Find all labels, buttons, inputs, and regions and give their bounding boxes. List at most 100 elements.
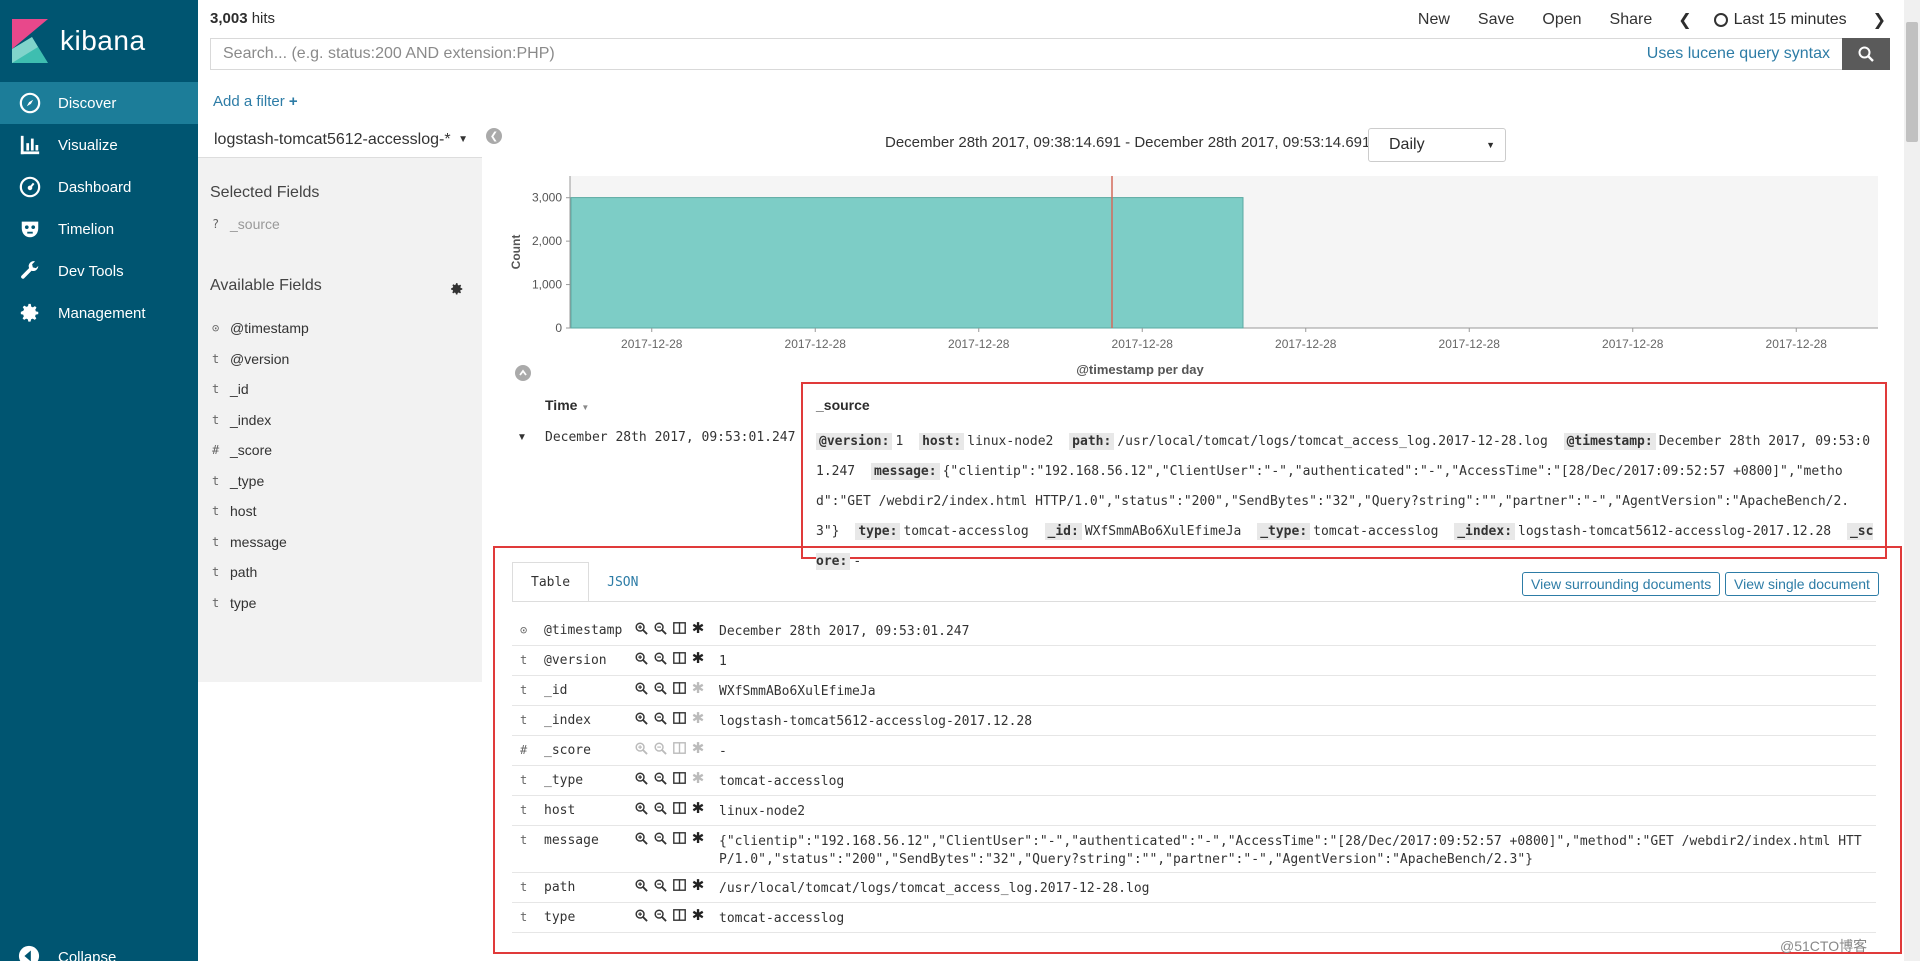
tab-json[interactable]: JSON: [589, 562, 656, 602]
add-filter-button[interactable]: Add a filter +: [213, 93, 298, 110]
toggle-column-icon[interactable]: [672, 711, 686, 725]
available-field-score[interactable]: # _score: [212, 440, 272, 460]
tab-table[interactable]: Table: [512, 562, 590, 602]
toggle-column-icon[interactable]: [672, 651, 686, 665]
filter-out-value-icon[interactable]: [653, 711, 667, 725]
scrollbar-thumb[interactable]: [1906, 22, 1918, 142]
toggle-column-icon[interactable]: [672, 681, 686, 695]
filter-exists-asterisk-icon[interactable]: ✱: [691, 907, 705, 924]
filter-out-value-icon[interactable]: [653, 801, 667, 815]
filter-for-value-icon[interactable]: [634, 878, 648, 892]
filter-out-value-icon[interactable]: [653, 651, 667, 665]
sidebar-item-dev-tools[interactable]: Dev Tools: [0, 250, 198, 292]
detail-row-score: # _score ✱ -: [512, 736, 1876, 766]
filter-exists-asterisk-icon[interactable]: ✱: [691, 680, 705, 697]
filter-out-value-icon[interactable]: [653, 878, 667, 892]
filter-for-value-icon[interactable]: [634, 801, 648, 815]
sidebar-item-timelion[interactable]: Timelion: [0, 208, 198, 250]
field-type-icon: t: [520, 880, 528, 894]
view-single-button[interactable]: View single document: [1725, 572, 1879, 596]
field-type-icon: t: [520, 653, 528, 667]
filter-exists-asterisk-icon[interactable]: ✱: [691, 710, 705, 727]
field-type-icon: t: [520, 773, 528, 787]
filter-exists-asterisk-icon[interactable]: ✱: [691, 620, 705, 637]
field-value: logstash-tomcat5612-accesslog-2017.12.28: [719, 714, 1033, 729]
source-value: tomcat-accesslog: [903, 524, 1029, 539]
available-field-host[interactable]: t host: [212, 501, 256, 521]
filter-exists-asterisk-icon[interactable]: ✱: [691, 770, 705, 787]
toggle-column-icon[interactable]: [672, 621, 686, 635]
toggle-column-icon[interactable]: [672, 801, 686, 815]
available-field-version[interactable]: t @version: [212, 349, 289, 369]
filter-out-value-icon[interactable]: [653, 741, 667, 755]
toggle-column-icon[interactable]: [672, 908, 686, 922]
filter-out-value-icon[interactable]: [653, 771, 667, 785]
time-back-chevron-icon[interactable]: ❮: [1678, 10, 1691, 30]
time-forward-chevron-icon[interactable]: ❯: [1873, 10, 1886, 30]
search-button[interactable]: [1842, 38, 1890, 70]
expand-row-caret-icon[interactable]: ▼: [517, 432, 527, 443]
toggle-column-icon[interactable]: [672, 878, 686, 892]
x-tick-label: 2017-12-28: [785, 337, 847, 351]
clock-icon: [1713, 13, 1728, 27]
filter-for-value-icon[interactable]: [634, 908, 648, 922]
filter-out-value-icon[interactable]: [653, 681, 667, 695]
filter-for-value-icon[interactable]: [634, 681, 648, 695]
available-field-index[interactable]: t _index: [212, 410, 271, 430]
collapse-button[interactable]: Collapse: [0, 942, 116, 961]
filter-exists-asterisk-icon[interactable]: ✱: [691, 877, 705, 894]
lucene-syntax-link[interactable]: Uses lucene query syntax: [1647, 45, 1830, 63]
search-input[interactable]: [223, 45, 1123, 63]
y-tick-label: 1,000: [532, 278, 562, 292]
sidebar-item-visualize[interactable]: Visualize: [0, 124, 198, 166]
sidebar-item-management[interactable]: Management: [0, 292, 198, 334]
filter-for-value-icon[interactable]: [634, 831, 648, 845]
field-settings-gear-icon[interactable]: [450, 282, 464, 296]
filter-for-value-icon[interactable]: [634, 621, 648, 635]
filter-for-value-icon[interactable]: [634, 741, 648, 755]
page-scrollbar[interactable]: [1904, 0, 1920, 961]
kibana-logo[interactable]: kibana: [0, 0, 198, 82]
filter-out-value-icon[interactable]: [653, 908, 667, 922]
filter-exists-asterisk-icon[interactable]: ✱: [691, 800, 705, 817]
time-picker[interactable]: Last 15 minutes: [1713, 11, 1847, 29]
available-field-timestamp[interactable]: ⊙ @timestamp: [212, 318, 309, 338]
collapse-chart-chevron-icon[interactable]: [515, 365, 531, 381]
x-tick-label: 2017-12-28: [621, 337, 683, 351]
available-field-path[interactable]: t path: [212, 562, 257, 582]
column-header-time[interactable]: Time ▼: [545, 397, 589, 413]
sort-caret-icon: ▼: [581, 403, 590, 412]
filter-exists-asterisk-icon[interactable]: ✱: [691, 740, 705, 757]
new-button[interactable]: New: [1418, 11, 1450, 29]
source-key: _id:: [1044, 523, 1082, 540]
field-type-icon: t: [520, 803, 528, 817]
toggle-column-icon[interactable]: [672, 741, 686, 755]
filter-for-value-icon[interactable]: [634, 651, 648, 665]
sidebar-item-discover[interactable]: Discover: [0, 82, 198, 124]
field-type-icon: t: [520, 910, 528, 924]
available-field-message[interactable]: t message: [212, 532, 287, 552]
index-pattern-select[interactable]: logstash-tomcat5612-accesslog-* ▼: [198, 122, 482, 158]
available-field-type[interactable]: t _type: [212, 471, 264, 491]
collapse-sidebar-chevron-icon[interactable]: ❮: [486, 128, 502, 144]
detail-row-type: t type ✱ tomcat-accesslog: [512, 903, 1876, 933]
open-button[interactable]: Open: [1542, 11, 1581, 29]
available-field-id[interactable]: t _id: [212, 379, 249, 399]
filter-for-value-icon[interactable]: [634, 711, 648, 725]
sidebar-item-dashboard[interactable]: Dashboard: [0, 166, 198, 208]
interval-select[interactable]: Daily ▼: [1368, 128, 1506, 162]
field-value: tomcat-accesslog: [719, 774, 845, 789]
toggle-column-icon[interactable]: [672, 831, 686, 845]
share-button[interactable]: Share: [1610, 11, 1653, 29]
filter-exists-asterisk-icon[interactable]: ✱: [691, 830, 705, 847]
filter-out-value-icon[interactable]: [653, 621, 667, 635]
bar-chart-icon: [18, 133, 42, 157]
filter-exists-asterisk-icon[interactable]: ✱: [691, 650, 705, 667]
toggle-column-icon[interactable]: [672, 771, 686, 785]
available-field-type[interactable]: t type: [212, 593, 256, 613]
save-button[interactable]: Save: [1478, 11, 1514, 29]
filter-for-value-icon[interactable]: [634, 771, 648, 785]
selected-field-source[interactable]: ? _source: [212, 214, 280, 234]
filter-out-value-icon[interactable]: [653, 831, 667, 845]
view-surrounding-button[interactable]: View surrounding documents: [1522, 572, 1721, 596]
